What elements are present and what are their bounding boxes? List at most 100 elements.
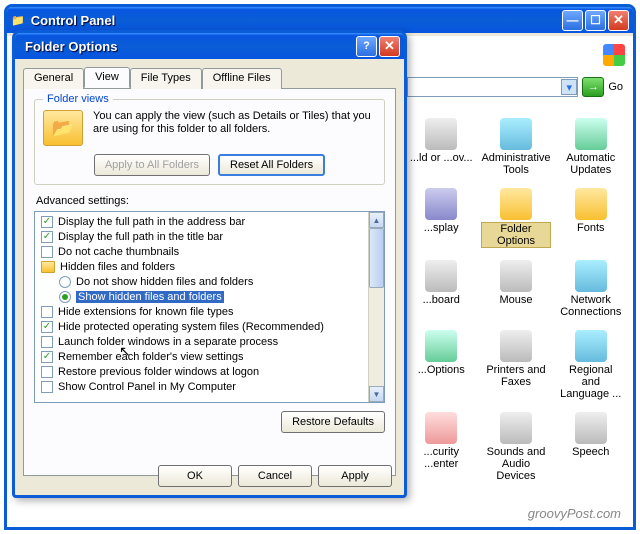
- address-dropdown-icon[interactable]: ▾: [561, 79, 577, 95]
- cp-icon[interactable]: ...ld or ...ov...: [407, 116, 475, 178]
- advanced-settings-label: Advanced settings:: [36, 195, 385, 207]
- cp-icon-label: Printers and Faxes: [481, 364, 550, 388]
- tree-row[interactable]: Show hidden files and folders: [35, 289, 368, 304]
- cp-icon-glyph: [500, 330, 532, 362]
- cp-icon[interactable]: Printers and Faxes: [479, 328, 552, 402]
- cp-icon-glyph: [425, 330, 457, 362]
- checkbox-icon[interactable]: ✓: [41, 231, 53, 243]
- checkbox-icon[interactable]: ✓: [41, 216, 53, 228]
- cp-icon-label: ...ld or ...ov...: [410, 152, 473, 164]
- folder-views-group: Folder views 📂 You can apply the view (s…: [34, 99, 385, 185]
- cp-icon-glyph: [500, 118, 532, 150]
- tab-file-types[interactable]: File Types: [130, 68, 202, 89]
- checkbox-icon[interactable]: ✓: [41, 351, 53, 363]
- dialog-title: Folder Options: [25, 39, 117, 54]
- close-button[interactable]: ✕: [608, 10, 629, 31]
- cp-icon-label: Fonts: [577, 222, 605, 234]
- checkbox-icon[interactable]: [41, 366, 53, 378]
- checkbox-icon[interactable]: [41, 381, 53, 393]
- cancel-button[interactable]: Cancel: [238, 465, 312, 487]
- tree-row[interactable]: Hide extensions for known file types: [35, 304, 368, 319]
- cp-icon-label: Automatic Updates: [559, 152, 623, 176]
- cp-icon[interactable]: Speech: [557, 410, 625, 484]
- tree-row[interactable]: ✓Hide protected operating system files (…: [35, 319, 368, 334]
- folder-views-legend: Folder views: [43, 93, 113, 105]
- tree-item-label: Launch folder windows in a separate proc…: [58, 336, 278, 348]
- apply-button[interactable]: Apply: [318, 465, 392, 487]
- tree-row[interactable]: Restore previous folder windows at logon: [35, 364, 368, 379]
- minimize-button[interactable]: —: [562, 10, 583, 31]
- cp-icon-glyph: [425, 118, 457, 150]
- restore-defaults-button[interactable]: Restore Defaults: [281, 411, 385, 433]
- folder-icon: 📁: [11, 14, 25, 27]
- checkbox-icon[interactable]: [41, 246, 53, 258]
- dialog-close-button[interactable]: ✕: [379, 36, 400, 57]
- cp-icon-glyph: [425, 260, 457, 292]
- cp-icon[interactable]: Regional and Language ...: [557, 328, 625, 402]
- apply-all-folders-button[interactable]: Apply to All Folders: [94, 154, 210, 176]
- tree-row[interactable]: Do not show hidden files and folders: [35, 274, 368, 289]
- scroll-down-icon[interactable]: ▼: [369, 386, 384, 402]
- cp-icon[interactable]: ...splay: [407, 186, 475, 250]
- cp-icon[interactable]: Mouse: [479, 258, 552, 320]
- cp-icon-label: ...curity ...enter: [409, 446, 473, 470]
- cp-icon[interactable]: Folder Options: [479, 186, 552, 250]
- tree-item-label: Hidden files and folders: [60, 261, 175, 273]
- cp-icon-glyph: [500, 412, 532, 444]
- cp-icon-label: Regional and Language ...: [559, 364, 623, 400]
- radio-icon[interactable]: [59, 276, 71, 288]
- dialog-titlebar: Folder Options ? ✕: [15, 33, 404, 59]
- folder-views-icon: 📂: [43, 110, 83, 146]
- advanced-settings-tree[interactable]: ✓Display the full path in the address ba…: [34, 211, 385, 403]
- folder-options-dialog: Folder Options ? ✕ General View File Typ…: [12, 30, 407, 498]
- tree-row[interactable]: Hidden files and folders: [35, 259, 368, 274]
- tab-view[interactable]: View: [84, 67, 130, 88]
- tab-general[interactable]: General: [23, 68, 84, 89]
- help-button[interactable]: ?: [356, 36, 377, 57]
- tree-item-label: Display the full path in the title bar: [58, 231, 223, 243]
- tree-item-label: Do not show hidden files and folders: [76, 276, 253, 288]
- address-field[interactable]: ▾: [407, 77, 578, 97]
- tree-row[interactable]: Show Control Panel in My Computer: [35, 379, 368, 394]
- cp-icon-glyph: [500, 260, 532, 292]
- dialog-footer: OK Cancel Apply: [158, 465, 392, 487]
- maximize-button[interactable]: ☐: [585, 10, 606, 31]
- tab-offline-files[interactable]: Offline Files: [202, 68, 282, 89]
- cp-icon[interactable]: Fonts: [557, 186, 625, 250]
- window-title: Control Panel: [31, 13, 116, 28]
- folder-views-text: You can apply the view (such as Details …: [93, 110, 376, 136]
- cp-icon[interactable]: ...curity ...enter: [407, 410, 475, 484]
- icon-grid: ...ld or ...ov... Administrative Tools Aut…: [407, 116, 625, 497]
- tree-row[interactable]: ✓Display the full path in the address ba…: [35, 214, 368, 229]
- cp-icon[interactable]: ...board: [407, 258, 475, 320]
- cp-icon[interactable]: Network Connections: [557, 258, 625, 320]
- cp-icon-glyph: [575, 188, 607, 220]
- scroll-thumb[interactable]: [369, 228, 384, 288]
- checkbox-icon[interactable]: [41, 306, 53, 318]
- tree-row[interactable]: Do not cache thumbnails: [35, 244, 368, 259]
- cp-icon-glyph: [575, 118, 607, 150]
- go-button[interactable]: →: [582, 77, 604, 97]
- tree-row[interactable]: ✓ Display the full path in the title bar: [35, 229, 368, 244]
- tab-panel-view: Folder views 📂 You can apply the view (s…: [23, 88, 396, 476]
- radio-icon[interactable]: [59, 291, 71, 303]
- cp-icon-glyph: [425, 412, 457, 444]
- tree-row[interactable]: ✓ Remember each folder's view settings: [35, 349, 368, 364]
- cp-icon-label: Mouse: [499, 294, 532, 306]
- tree-item-label: Restore previous folder windows at logon: [58, 366, 259, 378]
- cp-icon-label: Network Connections: [559, 294, 623, 318]
- tree-scrollbar[interactable]: ▲ ▼: [368, 212, 384, 402]
- checkbox-icon[interactable]: [41, 336, 53, 348]
- ok-button[interactable]: OK: [158, 465, 232, 487]
- cp-icon-glyph: [575, 330, 607, 362]
- tab-strip: General View File Types Offline Files: [23, 67, 396, 88]
- cp-icon[interactable]: Sounds and Audio Devices: [479, 410, 552, 484]
- scroll-up-icon[interactable]: ▲: [369, 212, 384, 228]
- checkbox-icon[interactable]: ✓: [41, 321, 53, 333]
- cp-icon[interactable]: ...Options: [407, 328, 475, 402]
- tree-row[interactable]: Launch folder windows in a separate proc…: [35, 334, 368, 349]
- cp-icon[interactable]: Automatic Updates: [557, 116, 625, 178]
- cp-icon[interactable]: Administrative Tools: [479, 116, 552, 178]
- reset-all-folders-button[interactable]: Reset All Folders: [218, 154, 325, 176]
- tree-item-label: Remember each folder's view settings: [58, 351, 244, 363]
